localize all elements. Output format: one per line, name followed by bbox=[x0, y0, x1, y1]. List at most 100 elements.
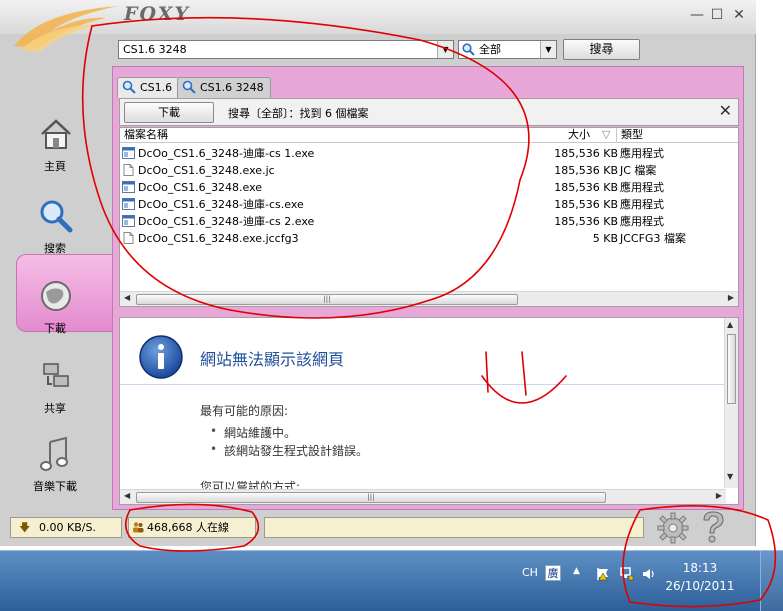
sidebar: 主頁 搜索 下載 共享 音樂下載 bbox=[0, 66, 114, 508]
results-toolbar: 下載 搜尋〔全部〕：找到 6 個檔案 ✕ bbox=[119, 98, 739, 126]
online-users-text: 468,668 人在線 bbox=[147, 521, 229, 534]
info-icon bbox=[139, 335, 183, 379]
scroll-up-icon[interactable]: ▲ bbox=[727, 320, 733, 329]
clock-time: 18:13 bbox=[682, 561, 718, 575]
magnifier-icon bbox=[122, 80, 136, 94]
download-button[interactable]: 下載 bbox=[124, 102, 214, 123]
volume-icon[interactable] bbox=[642, 567, 656, 581]
foxy-logo-icon bbox=[14, 6, 118, 52]
file-icon bbox=[123, 232, 134, 244]
sidebar-item-share[interactable]: 共享 bbox=[0, 358, 110, 430]
search-results-panel: CS1.6 CS1.6 3248 下載 搜尋〔全部〕：找到 6 個檔案 ✕ 檔案… bbox=[112, 66, 744, 510]
scroll-left-icon[interactable]: ◀ bbox=[124, 293, 130, 302]
message-bar bbox=[264, 517, 644, 538]
globe-download-icon bbox=[41, 281, 71, 311]
vertical-scrollbar[interactable]: ▲ ▼ bbox=[724, 318, 738, 488]
file-name: DcOo_CS1.6_3248.exe.jccfg3 bbox=[138, 232, 299, 245]
table-row[interactable]: DcOo_CS1.6_3248.exe.jccfg3 5 KB JCCFG3 檔案 bbox=[120, 230, 738, 247]
file-type: JCCFG3 檔案 bbox=[620, 232, 686, 245]
file-name: DcOo_CS1.6_3248-迪庫-cs 2.exe bbox=[138, 215, 315, 228]
scrollbar-thumb[interactable]: ||| bbox=[136, 492, 606, 503]
column-header-name[interactable]: 檔案名稱 bbox=[124, 128, 168, 142]
maximize-button[interactable]: ☐ bbox=[708, 6, 726, 24]
column-header-size[interactable]: 大小 bbox=[568, 128, 590, 142]
tab-cs16[interactable]: CS1.6 bbox=[117, 77, 180, 98]
search-status-text: 搜尋〔全部〕：找到 6 個檔案 bbox=[228, 107, 369, 120]
app-logo-text: FOXY bbox=[124, 3, 191, 25]
error-title: 網站無法顯示該網頁 bbox=[200, 350, 345, 369]
network-icon[interactable] bbox=[620, 567, 634, 581]
table-row[interactable]: DcOo_CS1.6_3248.exe 185,536 KB 應用程式 bbox=[120, 179, 738, 196]
download-speed-indicator: 🡇 0.00 KB/S. bbox=[10, 517, 122, 538]
close-icon[interactable]: ✕ bbox=[719, 101, 732, 120]
exe-icon bbox=[122, 181, 135, 193]
search-scope-select[interactable]: 全部 ▼ bbox=[458, 40, 557, 59]
search-scope-value: 全部 bbox=[479, 43, 501, 56]
horizontal-scrollbar[interactable]: ◀ ||| ▶ bbox=[120, 291, 738, 306]
error-cause-item: 網站維護中。 bbox=[210, 424, 296, 441]
exe-icon bbox=[122, 147, 135, 159]
magnifier-icon bbox=[182, 80, 196, 94]
tab-label: CS1.6 3248 bbox=[200, 81, 264, 94]
file-name: DcOo_CS1.6_3248-迪庫-cs 1.exe bbox=[138, 147, 315, 160]
embedded-webview: 網站無法顯示該網頁 最有可能的原因: 網站維護中。 該網站發生程式設計錯誤。 您… bbox=[119, 317, 739, 505]
action-center-flag-icon[interactable] bbox=[596, 567, 610, 581]
arrow-down-icon: 🡇 bbox=[19, 521, 31, 534]
file-icon bbox=[123, 164, 134, 176]
scroll-right-icon[interactable]: ▶ bbox=[728, 293, 734, 302]
show-desktop-button[interactable] bbox=[760, 551, 783, 611]
foxy-window: FOXY — ☐ ✕ CS1.6 3248 ▼ 全部 ▼ 搜尋 主頁 搜索 下載… bbox=[0, 0, 756, 546]
search-input[interactable]: CS1.6 3248 ▼ bbox=[118, 40, 454, 59]
help-icon[interactable] bbox=[696, 509, 730, 545]
taskbar-clock[interactable]: 18:13 26/10/2011 bbox=[660, 559, 740, 595]
file-size: 185,536 KB bbox=[554, 215, 618, 228]
file-size: 185,536 KB bbox=[554, 164, 618, 177]
table-row[interactable]: DcOo_CS1.6_3248-迪庫-cs.exe 185,536 KB 應用程式 bbox=[120, 196, 738, 213]
magnifier-icon bbox=[462, 43, 475, 56]
sidebar-item-label: 共享 bbox=[44, 402, 66, 415]
sidebar-item-download[interactable]: 下載 bbox=[0, 278, 110, 350]
scroll-right-icon[interactable]: ▶ bbox=[716, 491, 722, 500]
title-bar: FOXY — ☐ ✕ bbox=[0, 0, 756, 52]
users-icon bbox=[133, 522, 144, 533]
file-list: 檔案名稱 大小 ▽ 類型 DcOo_CS1.6_3248-迪庫-cs 1.exe… bbox=[119, 127, 739, 307]
search-history-dropdown-icon[interactable]: ▼ bbox=[437, 41, 453, 58]
table-row[interactable]: DcOo_CS1.6_3248-迪庫-cs 1.exe 185,536 KB 應用程… bbox=[120, 145, 738, 162]
minimize-button[interactable]: — bbox=[688, 6, 706, 24]
file-type: 應用程式 bbox=[620, 198, 664, 211]
language-indicator[interactable]: CH bbox=[522, 566, 538, 579]
tab-cs16-3248[interactable]: CS1.6 3248 bbox=[177, 77, 271, 98]
tab-label: CS1.6 bbox=[140, 81, 173, 94]
file-list-header: 檔案名稱 大小 ▽ 類型 bbox=[120, 128, 738, 143]
table-row[interactable]: DcOo_CS1.6_3248-迪庫-cs 2.exe 185,536 KB 應用程… bbox=[120, 213, 738, 230]
ime-indicator[interactable]: 廣 bbox=[545, 565, 561, 581]
sidebar-item-home[interactable]: 主頁 bbox=[0, 116, 110, 188]
scroll-left-icon[interactable]: ◀ bbox=[124, 491, 130, 500]
download-speed-text: 0.00 KB/S. bbox=[39, 521, 96, 534]
file-type: 應用程式 bbox=[620, 181, 664, 194]
scroll-down-icon[interactable]: ▼ bbox=[727, 472, 733, 481]
close-button[interactable]: ✕ bbox=[730, 6, 748, 24]
sidebar-item-search[interactable]: 搜索 bbox=[0, 198, 110, 270]
file-type: JC 檔案 bbox=[620, 164, 657, 177]
exe-icon bbox=[122, 215, 135, 227]
file-size: 185,536 KB bbox=[554, 181, 618, 194]
scrollbar-thumb[interactable]: ||| bbox=[136, 294, 518, 305]
table-row[interactable]: DcOo_CS1.6_3248.exe.jc 185,536 KB JC 檔案 bbox=[120, 162, 738, 179]
sort-indicator-icon: ▽ bbox=[602, 128, 611, 141]
chevron-down-icon[interactable]: ▼ bbox=[540, 41, 556, 58]
file-size: 185,536 KB bbox=[554, 198, 618, 211]
sidebar-item-label: 音樂下載 bbox=[33, 480, 77, 493]
divider bbox=[120, 384, 724, 385]
home-icon bbox=[41, 119, 71, 149]
music-note-icon bbox=[40, 436, 68, 471]
column-header-type[interactable]: 類型 bbox=[616, 128, 643, 142]
gear-icon[interactable] bbox=[656, 511, 690, 545]
search-button[interactable]: 搜尋 bbox=[563, 39, 640, 60]
scrollbar-thumb[interactable] bbox=[727, 334, 736, 404]
file-name: DcOo_CS1.6_3248-迪庫-cs.exe bbox=[138, 198, 304, 211]
show-hidden-icons-icon[interactable]: ▲ bbox=[573, 566, 580, 576]
clock-date: 26/10/2011 bbox=[665, 579, 735, 593]
horizontal-scrollbar[interactable]: ◀ ||| ▶ bbox=[120, 489, 726, 504]
sidebar-item-music[interactable]: 音樂下載 bbox=[0, 436, 110, 508]
